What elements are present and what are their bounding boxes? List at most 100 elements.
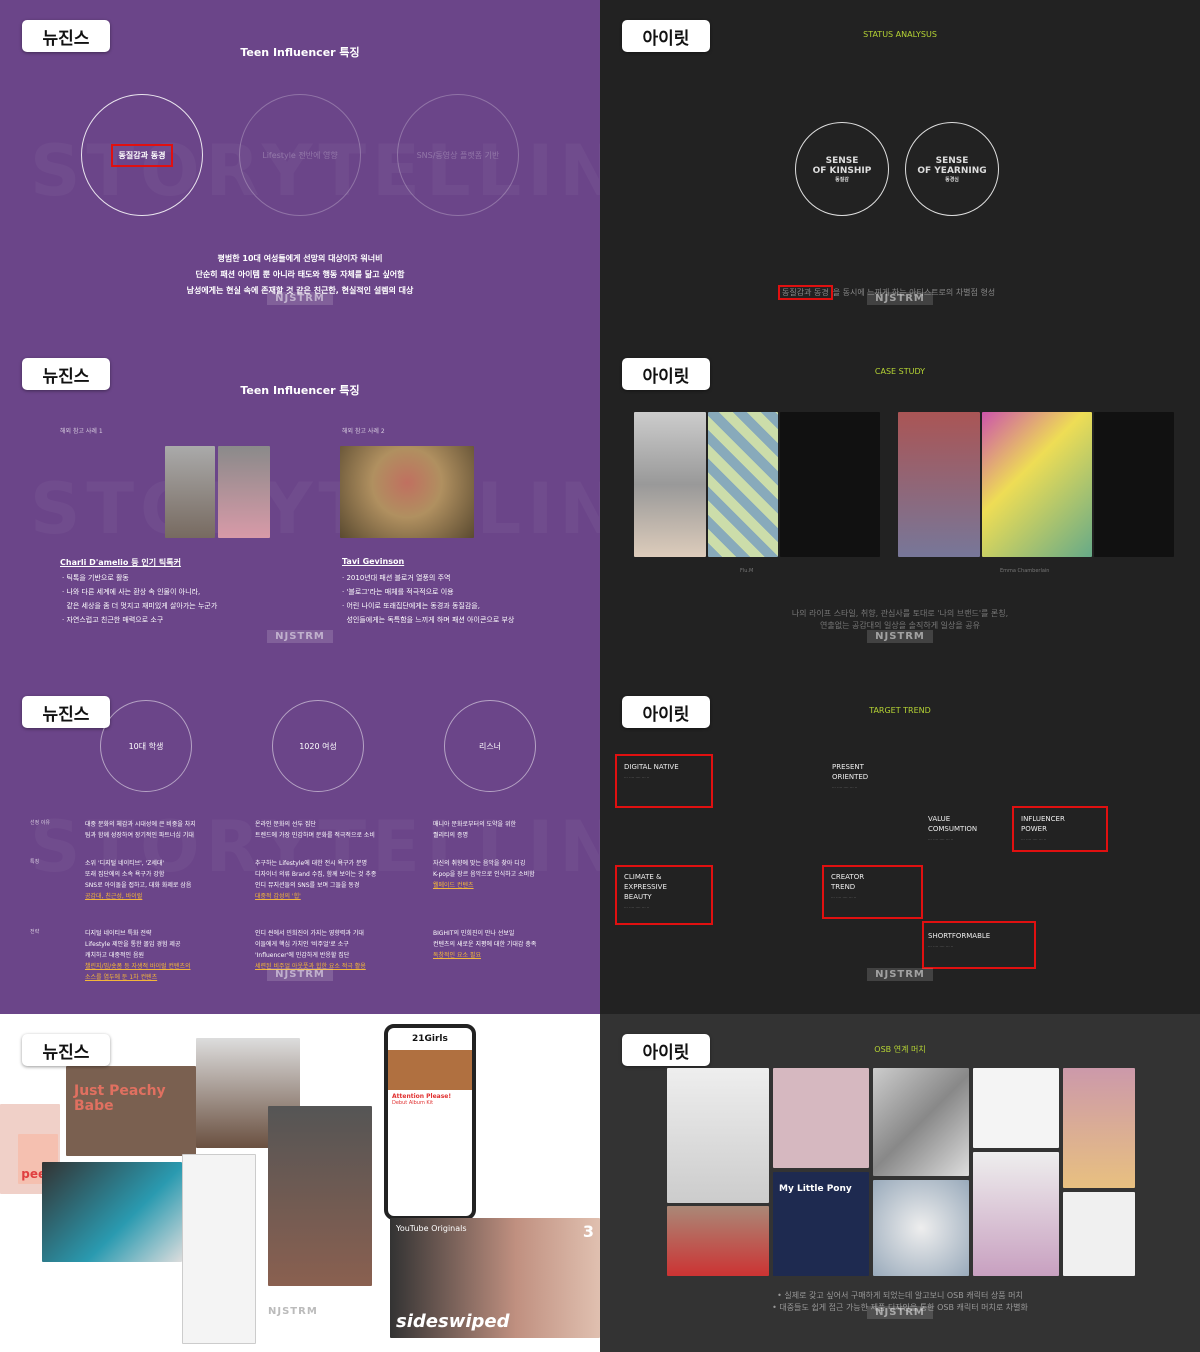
newjeans-tag: 뉴진스 — [22, 1034, 110, 1066]
bullet: 디지털 네이티브 특화 전략 — [85, 930, 152, 937]
merch-charm — [873, 1180, 969, 1276]
case-bullets: · 틱톡을 기반으로 활동 · 나와 다른 세계에 사는 환상 속 인물이 아니… — [62, 571, 217, 627]
merch-photo — [667, 1206, 769, 1276]
slide-teen-influencer-2: STORYTELLING 뉴진스 Teen Influencer 특징 해외 참… — [0, 338, 600, 676]
row-cell: BIGHIT의 민희진이 만나 선보일컨텐츠의 새로운 지평에 대한 기대감 충… — [433, 928, 536, 961]
line: 평범한 10대 여성들에게 선망의 대상이자 워너비 — [217, 254, 383, 263]
case-name: Tavi Gevinson — [342, 557, 405, 566]
bullet: 성인들에게는 독특함을 느끼게 하며 패션 아이콘으로 부상 — [346, 616, 515, 624]
video-thumb: YouTube Originals 3 sideswiped — [390, 1218, 600, 1338]
watermark: NJSTRM — [867, 292, 933, 305]
card-headline: Attention Please! — [392, 1093, 452, 1100]
watermark: NJSTRM — [867, 1306, 933, 1319]
summary: 나의 라이프 스타일, 취향, 관심사를 토대로 '나의 브랜드'를 론칭, 연출… — [791, 609, 1009, 630]
bullet: · 틱톡을 기반으로 활동 — [62, 574, 129, 582]
merch-shoes — [667, 1068, 769, 1203]
live-stream — [268, 1106, 372, 1286]
bullet: 팀과 함께 성장하여 장기적인 파트너십 기대 — [85, 832, 194, 839]
bullet: 추구하는 Lifestyle에 대한 전시 욕구가 분명 — [255, 860, 368, 867]
watermark: NJSTRM — [867, 968, 933, 981]
poster: Just Peachy Babe — [66, 1066, 196, 1156]
case-photo — [634, 412, 706, 557]
bullet: 이들에게 핵심 가치인 '비주얼'로 소구 — [255, 941, 349, 948]
circle-label: 동질감과 동경 — [110, 143, 174, 167]
bullet: 또래 집단에의 소속 욕구가 강함 — [85, 871, 165, 878]
target-circle: 10대 학생 — [100, 700, 192, 792]
row-cell: 인디 씬에서 민희진이 가지는 영향력과 기대이들에게 핵심 가치인 '비주얼'… — [255, 928, 366, 972]
trend-item: PRESENT ORIENTED ··· ···· ···· ··· ·· — [832, 763, 869, 790]
row-cell: 대중 문화의 체감과 시대성에 큰 비중을 차지 팀과 함께 성장하여 장기적인 … — [85, 819, 196, 841]
slide-title: Teen Influencer 특징 — [240, 46, 360, 59]
key-point: 공감대, 친근성, 바이럴 — [85, 893, 143, 900]
slide-subtitle: OSB 연계 머치 — [874, 1045, 926, 1054]
case-photo — [982, 412, 1092, 557]
bullet: 자신의 취향에 맞는 음악을 찾아 디깅 — [433, 860, 526, 867]
key-point: 독창적인 요소 필요 — [433, 952, 481, 959]
caption: Emma Chamberlain — [1000, 568, 1050, 574]
case-label: 해외 참고 사례 2 — [342, 428, 385, 435]
bullet: 매니아 문화로부터의 도약을 위한 — [433, 821, 517, 828]
case-label: 해외 참고 사례 1 — [60, 428, 103, 435]
bullet: 디자이너 의류 Brand 수집, 함께 보이는 것 추종 — [255, 871, 377, 878]
highlight-box — [615, 754, 713, 808]
highlight-box — [615, 865, 713, 925]
row-cell: 추구하는 Lifestyle에 대한 전시 욕구가 분명디자이너 의류 Bran… — [255, 858, 376, 902]
circle-3: SNS/동영상 플랫폼 기반 — [397, 94, 519, 216]
circle-label: SNS/동영상 플랫폼 기반 — [416, 150, 500, 160]
slide-target-trend: 아이릿 TARGET TREND DIGITAL NATIVE ··· ···· … — [600, 676, 1200, 1014]
slide-target: STORYTELLING 뉴진스 10대 학생 1020 여성 리스너 선정 이… — [0, 676, 600, 1014]
insta-feed — [182, 1154, 256, 1344]
bullet: 'Influencer'에 민감하게 반응할 집단 — [255, 952, 350, 959]
tiktok-photo — [165, 446, 215, 538]
merch-tshirt — [973, 1068, 1059, 1148]
watermark: NJSTRM — [267, 292, 333, 305]
key-point: 대중적 감성의 '힙' — [255, 893, 301, 900]
key-point: 소스를 염두에 둔 1차 컨텐츠 — [85, 974, 158, 981]
bullet: · 2010년대 패션 블로거 열풍의 주역 — [342, 574, 451, 582]
slide-subtitle: TARGET TREND — [869, 706, 931, 715]
video-title: sideswiped — [396, 1311, 510, 1332]
circle-1: 동질감과 동경 — [81, 94, 203, 216]
key-point: 웰메이드 컨텐츠 — [433, 882, 474, 889]
bullet: BIGHIT의 민희진이 만나 선보일 — [433, 930, 515, 937]
bullet: · 어린 나이로 또래집단에게는 동경과 동질감을, — [342, 602, 480, 610]
bullet: 컨텐츠의 새로운 지평에 대한 기대감 충족 — [433, 941, 537, 948]
watermark: NJSTRM — [267, 968, 333, 981]
case-grid — [708, 412, 778, 557]
newjeans-tag: 뉴진스 — [22, 696, 110, 728]
episode-badge: 3 — [582, 1222, 594, 1241]
bullet: 트렌드에 가장 민감하며 문화를 적극적으로 소비 — [255, 832, 375, 839]
bullet: 같은 세상을 좀 더 멋지고 재미있게 살아가는 누군가 — [66, 602, 218, 610]
phone-photo — [42, 1162, 182, 1262]
bullet: SNS로 아이돌을 접하고, 대화 화제로 삼음 — [85, 882, 192, 889]
watermark: NJSTRM — [867, 630, 933, 643]
row-cell: 매니아 문화로부터의 도약을 위한퀄리티의 증명 — [433, 819, 516, 841]
slide-teen-influencer-1: STORYTELLING 뉴진스 Teen Influencer 특징 동질감과… — [0, 0, 600, 338]
bullet: 퀄리티의 증명 — [433, 832, 469, 839]
highlight-box — [922, 921, 1036, 969]
bullet: 소위 '디지털 네이티브', 'Z세대' — [85, 860, 165, 867]
card-brand: 21Girls — [412, 1034, 448, 1044]
slide-case-study: 아이릿 CASE STUDY Flu.M Emma Chamberlain 나의… — [600, 338, 1200, 676]
bullet: Lifestyle 제안을 통한 몰입 경험 제공 — [85, 941, 181, 948]
row-label: 특징 — [30, 859, 40, 865]
bullet: · '블로그'라는 매체를 적극적으로 이용 — [342, 588, 454, 596]
merch-model — [973, 1152, 1059, 1276]
video-brand: YouTube Originals — [396, 1224, 467, 1233]
case-name: Charli D'amelio 등 인기 틱톡커 — [60, 558, 181, 567]
line: 단순히 패션 아이템 뿐 아니라 태도와 행동 자체를 닮고 싶어함 — [195, 270, 405, 279]
kinship-circle: SENSE OF KINSHIP 동질감 — [795, 122, 889, 216]
bullet: 인디 씬에서 민희진이 가지는 영향력과 기대 — [255, 930, 364, 937]
slide-osb-merch: 아이릿 OSB 연계 머치 My Little Pony • 실제로 갖고 싶어… — [600, 1014, 1200, 1352]
card-sub: Debut Album Kit — [392, 1100, 434, 1106]
yearning-circle: SENSE OF YEARNING 동경심 — [905, 122, 999, 216]
watermark: NJSTRM — [268, 1306, 318, 1317]
highlight-box — [1012, 806, 1108, 852]
key-point: 챌린지/밈/숏폼 등 자생적 바이럴 컨텐츠의 — [85, 963, 191, 970]
bullet: 인디 뮤지션들의 SNS를 보며 그들을 동경 — [255, 882, 360, 889]
merch-caps — [1063, 1192, 1135, 1276]
merch-bag — [773, 1068, 869, 1168]
caption: Flu.M — [740, 568, 754, 574]
case-youtube-list — [1094, 412, 1174, 557]
circle-label: Lifestyle 전반에 영향 — [262, 150, 338, 160]
